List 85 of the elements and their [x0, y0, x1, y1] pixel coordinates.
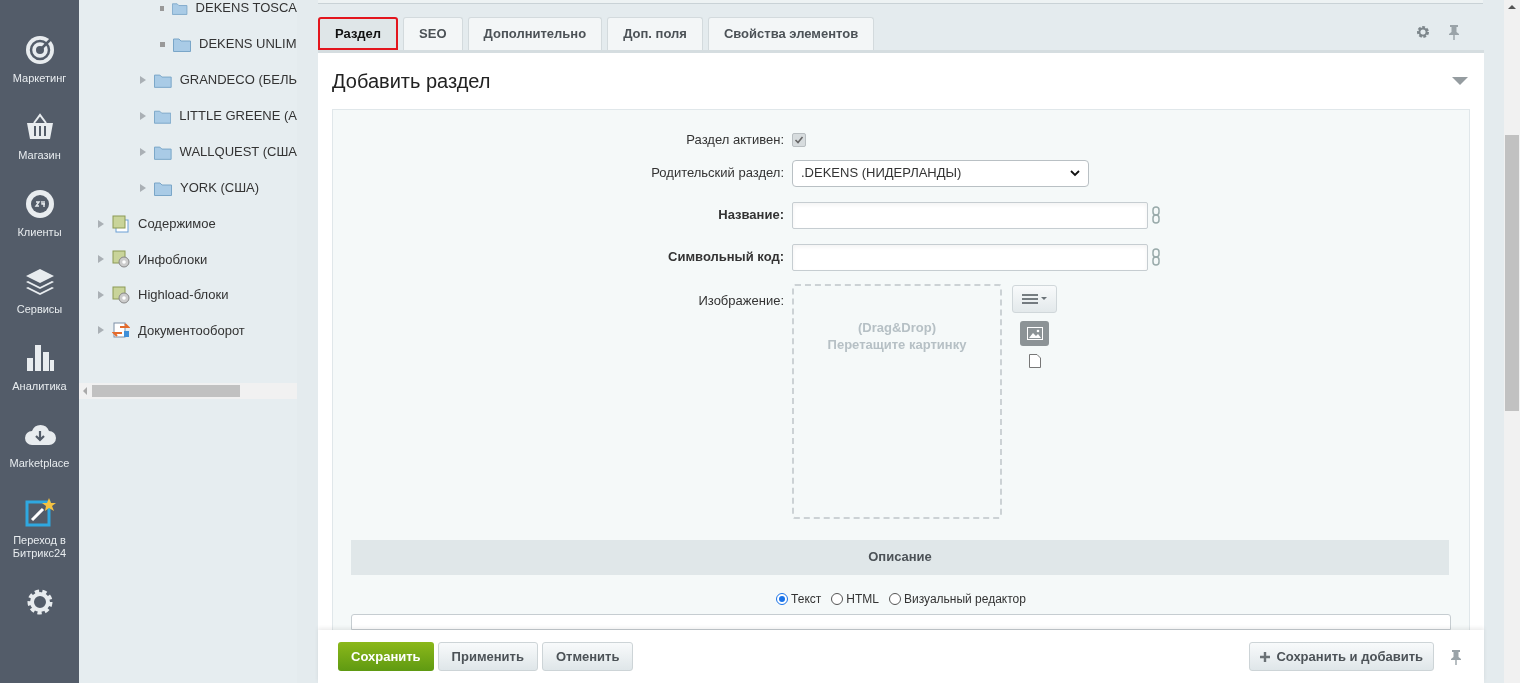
- image-button[interactable]: [1020, 320, 1049, 346]
- field-label: Название:: [717, 206, 784, 225]
- radio-button[interactable]: [831, 592, 844, 605]
- tree-item[interactable]: Highload-блоки: [138, 285, 229, 305]
- tree-item[interactable]: WALLQUEST (США: [179, 142, 297, 162]
- horizontal-scrollbar[interactable]: [79, 383, 297, 399]
- nav-item[interactable]: Сервисы: [1, 303, 78, 316]
- nav-item[interactable]: Магазин: [1, 149, 78, 162]
- file-icon[interactable]: [1028, 353, 1041, 368]
- folder-icon: [154, 108, 172, 124]
- tree-item[interactable]: DEKENS UNLIM: [199, 34, 297, 54]
- chevron-down-icon: [1070, 169, 1080, 177]
- expand-arrow-icon[interactable]: [98, 326, 104, 335]
- tree-item[interactable]: GRANDECO (БЕЛЬ: [179, 70, 297, 90]
- tree-item[interactable]: Содержимое: [138, 214, 216, 234]
- collapse-icon[interactable]: [1452, 77, 1468, 85]
- footer-button[interactable]: Применить: [437, 642, 538, 671]
- drop-hint: Перетащите картинку: [827, 335, 967, 353]
- tree-item[interactable]: DEKENS TOSCA: [195, 0, 297, 18]
- block-gear-icon: [112, 250, 130, 269]
- chain-icon[interactable]: [1152, 248, 1160, 266]
- plus-icon: [1260, 651, 1271, 662]
- vertical-scrollbar[interactable]: [1504, 0, 1520, 683]
- menu-icon: [1022, 293, 1038, 304]
- chain-icon[interactable]: [1152, 206, 1160, 224]
- expand-arrow-icon[interactable]: [140, 112, 146, 120]
- drop-hint: (Drag&Drop): [858, 318, 936, 336]
- bullet-icon: [160, 41, 165, 47]
- pin-icon[interactable]: [1448, 24, 1460, 40]
- expand-arrow-icon[interactable]: [140, 76, 146, 84]
- tree-item[interactable]: Документооборот: [138, 320, 245, 340]
- field-label: Родительский раздел:: [650, 164, 784, 183]
- folder-icon: [154, 180, 172, 196]
- wand-icon: [23, 496, 56, 528]
- form-title: Добавить раздел: [332, 69, 491, 94]
- save-and-add-button[interactable]: Сохранить и добавить: [1249, 642, 1434, 671]
- parent-section-select[interactable]: .DEKENS (НИДЕРЛАНДЫ): [792, 159, 1089, 187]
- footer-button[interactable]: Отменить: [541, 642, 634, 671]
- nav-item[interactable]: Переход в Битрикс24: [1, 534, 78, 560]
- tab[interactable]: Свойства элементов: [707, 17, 875, 50]
- tree-item[interactable]: YORK (США): [180, 178, 260, 198]
- tree-item[interactable]: LITTLE GREENE (А: [179, 106, 297, 126]
- tab[interactable]: Раздел: [318, 17, 399, 50]
- field-label: Изображение:: [697, 291, 784, 310]
- folder-icon: [173, 36, 191, 52]
- bullet-icon: [160, 5, 165, 11]
- expand-arrow-icon[interactable]: [98, 255, 104, 264]
- description-textarea[interactable]: [351, 613, 1451, 630]
- pin-icon[interactable]: [1450, 648, 1462, 665]
- radio-button[interactable]: [888, 592, 901, 605]
- expand-arrow-icon[interactable]: [140, 148, 146, 156]
- tree-item[interactable]: Инфоблоки: [138, 249, 208, 269]
- documents-icon: [112, 321, 130, 340]
- field-label: Раздел активен:: [685, 131, 784, 149]
- field-label: Символьный код:: [667, 248, 784, 267]
- settings-icon[interactable]: [1416, 25, 1430, 39]
- scrollbar-thumb[interactable]: [92, 385, 240, 397]
- tab[interactable]: Дополнительно: [467, 17, 603, 50]
- folder-icon: [154, 144, 172, 160]
- nav-item[interactable]: Клиенты: [1, 226, 78, 239]
- code-input[interactable]: [792, 243, 1148, 271]
- radio-button[interactable]: [776, 592, 789, 605]
- checkbox[interactable]: [792, 132, 806, 147]
- radio-label: HTML: [846, 590, 879, 608]
- radio-label: Текст: [791, 590, 822, 608]
- name-input[interactable]: [792, 201, 1148, 229]
- clock-icon: [23, 188, 56, 220]
- image-icon: [1026, 326, 1043, 340]
- menu-button[interactable]: [1012, 284, 1057, 313]
- expand-arrow-icon[interactable]: [98, 219, 104, 228]
- folder-icon: [172, 0, 188, 16]
- block-gear-icon: [112, 285, 130, 304]
- scrollbar-thumb[interactable]: [1505, 135, 1519, 411]
- description-header: Описание: [351, 539, 1449, 575]
- folder-icon: [154, 72, 172, 88]
- nav-item[interactable]: Маркетинг: [1, 72, 78, 85]
- expand-arrow-icon[interactable]: [140, 184, 146, 192]
- radio-label: Визуальный редактор: [903, 590, 1026, 608]
- tab[interactable]: Доп. поля: [607, 17, 703, 50]
- nav-item[interactable]: Marketplace: [1, 457, 78, 470]
- document-icon: [112, 214, 130, 233]
- tab[interactable]: SEO: [403, 17, 463, 50]
- expand-arrow-icon[interactable]: [98, 290, 104, 299]
- nav-item[interactable]: Аналитика: [1, 380, 78, 393]
- target-icon: [23, 34, 56, 66]
